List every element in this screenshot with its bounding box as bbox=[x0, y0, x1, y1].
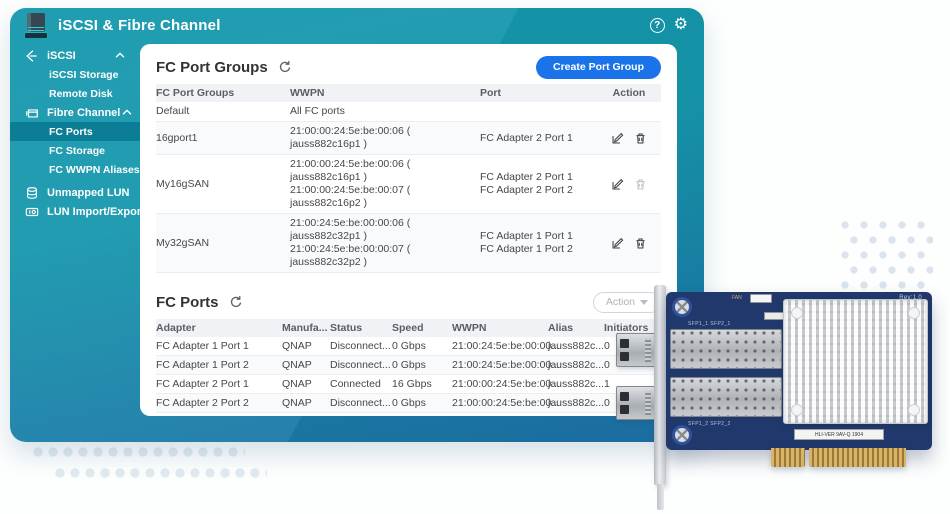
title-bar: iSCSI & Fibre Channel ? ⚙ bbox=[10, 8, 704, 42]
fc-ports-title: FC Ports bbox=[156, 294, 219, 311]
port-groups-title: FC Port Groups bbox=[156, 59, 268, 76]
fc-ports-header: FC Ports Action bbox=[156, 285, 661, 319]
edit-icon[interactable] bbox=[611, 132, 624, 145]
sidebar: iSCSI iSCSI Storage Remote Disk Fibre Ch… bbox=[10, 46, 140, 442]
sidebar-item-fc-wwpn-aliases[interactable]: FC WWPN Aliases bbox=[10, 160, 140, 179]
port-groups-header: FC Port Groups Create Port Group bbox=[156, 50, 661, 84]
pcie-gold-fingers bbox=[771, 448, 805, 467]
sfp-cage bbox=[670, 329, 782, 369]
screenshot-canvas: iSCSI & Fibre Channel ? ⚙ iSCSI iSCSI St… bbox=[0, 0, 950, 514]
fan-silkscreen: FAN bbox=[732, 295, 742, 301]
sidebar-item-remote-disk[interactable]: Remote Disk bbox=[10, 84, 140, 103]
table-row[interactable]: FC Adapter 1 Port 1 QNAP Disconnect... 0… bbox=[156, 337, 661, 356]
chevron-up-icon[interactable] bbox=[113, 52, 127, 59]
chevron-up-icon[interactable] bbox=[120, 109, 134, 116]
pci-bracket bbox=[654, 285, 666, 485]
help-icon[interactable]: ? bbox=[650, 18, 665, 33]
page-title: iSCSI & Fibre Channel bbox=[58, 17, 221, 34]
fc-ports-table-header: Adapter Manufa... Status Speed WWPN Alia… bbox=[156, 319, 661, 337]
iscsi-icon bbox=[25, 49, 39, 63]
pci-bracket-tail bbox=[657, 484, 664, 510]
table-row[interactable]: FC Adapter 2 Port 1 QNAP Connected 16 Gb… bbox=[156, 375, 661, 394]
sidebar-item-unmapped-lun[interactable]: Unmapped LUN bbox=[10, 183, 140, 202]
lun-import-export-icon bbox=[25, 205, 39, 219]
sfp-transceiver bbox=[616, 333, 656, 367]
pcb-board: Rev:1.0 FAN SFP1_1 SFP2_1 SFP1_2 SFP2_2 … bbox=[666, 292, 932, 450]
sidebar-item-iscsi-storage[interactable]: iSCSI Storage bbox=[10, 65, 140, 84]
table-row[interactable]: 16gport1 21:00:00:24:5e:be:00:06 ( jauss… bbox=[156, 122, 661, 155]
delete-icon[interactable] bbox=[634, 237, 647, 250]
fc-ports-table: Adapter Manufa... Status Speed WWPN Alia… bbox=[156, 319, 661, 413]
sidebar-item-lun-import-export[interactable]: LUN Import/Export bbox=[10, 202, 140, 221]
sidebar-item-iscsi[interactable]: iSCSI bbox=[10, 46, 140, 65]
sfp-silkscreen-bottom: SFP1_2 SFP2_2 bbox=[688, 421, 731, 427]
create-port-group-button[interactable]: Create Port Group bbox=[536, 56, 661, 79]
delete-icon-disabled bbox=[634, 178, 647, 191]
decorative-dots-bottom-left-row1 bbox=[33, 447, 245, 458]
table-row[interactable]: FC Adapter 1 Port 2 QNAP Disconnect... 0… bbox=[156, 356, 661, 375]
sfp-transceiver bbox=[616, 386, 656, 420]
edit-icon[interactable] bbox=[611, 178, 624, 191]
fibre-channel-card-image: Rev:1.0 FAN SFP1_1 SFP2_1 SFP1_2 SFP2_2 … bbox=[616, 282, 950, 514]
screw bbox=[672, 425, 692, 445]
app-window: iSCSI & Fibre Channel ? ⚙ iSCSI iSCSI St… bbox=[10, 8, 704, 442]
refresh-icon[interactable] bbox=[278, 60, 292, 74]
screw bbox=[672, 297, 692, 317]
table-row[interactable]: My16gSAN 21:00:00:24:5e:be:00:06 ( jauss… bbox=[156, 155, 661, 214]
delete-icon[interactable] bbox=[634, 132, 647, 145]
heatsink bbox=[783, 299, 928, 424]
sfp-silkscreen-top: SFP1_1 SFP2_1 bbox=[688, 321, 731, 327]
table-row[interactable]: FC Adapter 2 Port 2 QNAP Disconnect... 0… bbox=[156, 394, 661, 413]
content-panel: FC Port Groups Create Port Group FC Port… bbox=[140, 44, 677, 416]
gear-icon[interactable]: ⚙ bbox=[674, 17, 688, 33]
edit-icon[interactable] bbox=[611, 237, 624, 250]
nas-device-icon bbox=[25, 13, 47, 38]
pcie-gold-fingers bbox=[809, 448, 906, 467]
sidebar-item-fc-ports[interactable]: FC Ports bbox=[10, 122, 140, 141]
table-row[interactable]: Default All FC ports bbox=[156, 102, 661, 122]
table-row[interactable]: My32gSAN 21:00:24:5e:be:00:00:06 ( jauss… bbox=[156, 214, 661, 273]
port-groups-table: FC Port Groups WWPN Port Action Default … bbox=[156, 84, 661, 273]
fibre-channel-icon bbox=[25, 106, 39, 120]
decorative-dots-bottom-left-row2 bbox=[55, 468, 267, 479]
port-groups-table-header: FC Port Groups WWPN Port Action bbox=[156, 84, 661, 102]
sidebar-item-fc-storage[interactable]: FC Storage bbox=[10, 141, 140, 160]
sfp-cage bbox=[670, 377, 782, 417]
fan-connector bbox=[750, 294, 772, 303]
refresh-icon[interactable] bbox=[229, 295, 243, 309]
serial-barcode-label: HLI-VER 9AV-Q 1904 bbox=[794, 429, 884, 440]
unmapped-lun-icon bbox=[25, 186, 39, 200]
sidebar-item-fibre-channel[interactable]: Fibre Channel bbox=[10, 103, 140, 122]
